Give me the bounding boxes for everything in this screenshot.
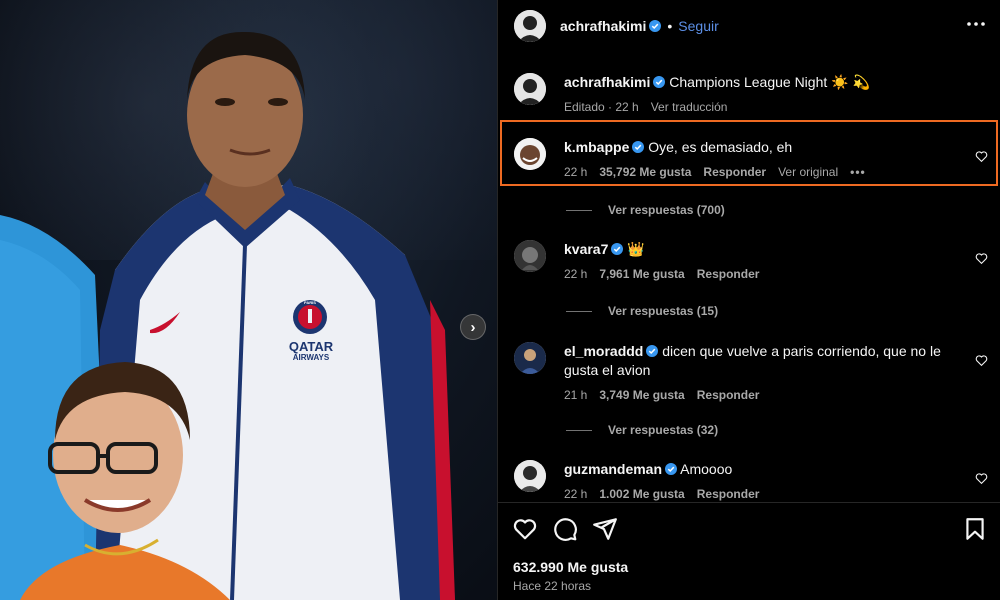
avatar-image [514,73,546,105]
replies-line [566,429,592,431]
reply-button[interactable]: Responder [697,485,760,502]
verified-icon [649,20,662,32]
post-media: QATAR AIRWAYS PARIS › [0,0,497,600]
share-icon[interactable] [592,516,618,542]
reply-button[interactable]: Responder [703,163,766,182]
comment-item: k.mbappe Oye, es demasiado, eh 22 h 35,7… [514,138,1000,182]
view-replies-button[interactable]: Ver respuestas (15) [566,304,718,318]
comment-item: el_moraddd dicen que vuelve a paris corr… [514,342,1000,405]
comment-username[interactable]: k.mbappe [564,139,629,155]
like-heart-icon[interactable] [975,472,988,485]
comment-item: kvara7 👑 22 h 7,961 Me gusta Responder [514,240,1000,284]
comment-icon[interactable] [552,516,578,542]
comments-list[interactable]: achrafhakimi Champions League Night ☀️ 💫… [498,52,1000,502]
avatar[interactable] [514,460,546,492]
post-caption: achrafhakimi Champions League Night ☀️ 💫… [514,73,1000,117]
avatar-image [514,138,546,170]
comment-username[interactable]: kvara7 [564,241,608,257]
avatar[interactable] [514,73,546,105]
sponsor-line-1: QATAR [288,339,334,354]
caption-text: Champions League Night ☀️ 💫 [669,74,870,90]
view-replies-button[interactable]: Ver respuestas (32) [566,423,718,437]
more-horizontal-icon[interactable] [966,14,986,34]
avatar[interactable] [514,138,546,170]
replies-line [566,209,592,211]
comment-username[interactable]: guzmandeman [564,461,662,477]
comment-time: 22 h [564,165,588,179]
view-replies-label: Ver respuestas (15) [608,304,719,318]
reply-button[interactable]: Responder [697,386,760,405]
avatar-image [514,460,546,492]
replies-line [566,310,592,312]
comment-more-icon[interactable]: ••• [850,163,866,182]
post-timestamp: Hace 22 horas [513,579,592,593]
post-panel: achrafhakimi • Seguir achrafhakimi Champ… [498,0,1000,600]
comment-likes[interactable]: 3,749 Me gusta [599,386,684,405]
avatar-image [514,240,546,272]
comment-time: 21 h [564,388,588,402]
comment-likes[interactable]: 7,961 Me gusta [599,265,684,284]
caption-username[interactable]: achrafhakimi [564,74,650,90]
comment-text: Amoooo [680,461,733,477]
header-username[interactable]: achrafhakimi [560,18,646,34]
verified-icon [632,141,645,153]
header-separator: • [667,18,673,34]
header-user: achrafhakimi • Seguir [560,18,719,34]
comment-likes[interactable]: 1.002 Me gusta [599,485,684,502]
caption-edited: Editado · 22 h [564,100,639,114]
view-replies-button[interactable]: Ver respuestas (700) [566,203,725,217]
comment-username[interactable]: el_moraddd [564,343,643,359]
avatar[interactable] [514,10,546,42]
comment-text: 👑 [627,241,645,257]
verified-icon [646,345,659,357]
like-heart-icon[interactable] [975,150,988,163]
follow-button[interactable]: Seguir [678,18,718,34]
reply-button[interactable]: Responder [697,265,760,284]
post-photo [0,31,455,600]
crest-label: PARIS [304,300,316,305]
like-heart-icon[interactable] [975,354,988,367]
chevron-right-icon: › [470,318,476,336]
view-replies-label: Ver respuestas (32) [608,423,719,437]
post-actions: 632.990 Me gusta Hace 22 horas [498,502,1000,600]
heart-icon[interactable] [512,516,538,542]
comment-time: 22 h [564,487,588,501]
bookmark-icon[interactable] [962,516,988,542]
sponsor-text: QATAR AIRWAYS [281,340,341,362]
avatar[interactable] [514,240,546,272]
comment-text: Oye, es demasiado, eh [648,139,793,155]
verified-icon [665,463,678,475]
post-header: achrafhakimi • Seguir [498,0,1000,52]
sponsor-line-2: AIRWAYS [292,353,330,362]
comment-likes[interactable]: 35,792 Me gusta [599,163,691,182]
see-translation-link[interactable]: Ver traducción [651,98,728,117]
avatar[interactable] [514,342,546,374]
view-replies-label: Ver respuestas (700) [608,203,725,217]
comment-time: 22 h [564,267,588,281]
like-heart-icon[interactable] [975,252,988,265]
comment-item: guzmandeman Amoooo 22 h 1.002 Me gusta R… [514,460,1000,502]
verified-icon [611,243,624,255]
next-photo-button[interactable]: › [460,314,486,340]
verified-icon [653,76,666,88]
see-original-link[interactable]: Ver original [778,163,838,182]
post-likes-count[interactable]: 632.990 Me gusta [513,559,628,575]
avatar-image [514,342,546,374]
avatar-image [514,10,546,42]
